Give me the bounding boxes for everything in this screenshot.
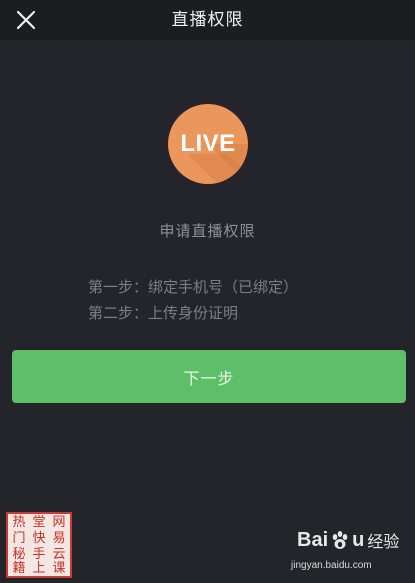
seal-stamp: 热 堂 网 门 快 易 秘 手 云 籍 上 课 [6, 512, 72, 578]
stamp-char: 门 [12, 530, 26, 546]
watermark-cn: 经验 [367, 532, 400, 551]
stamp-char: 手 [32, 546, 46, 562]
stamp-char: 堂 [32, 515, 46, 531]
steps-list: 第一步：绑定手机号（已绑定） 第二步：上传身份证明 [88, 274, 298, 326]
stamp-char: 课 [52, 561, 66, 576]
stamp-char: 秘 [12, 546, 26, 562]
next-step-button[interactable]: 下一步 [12, 350, 406, 403]
stamp-char: 热 [12, 515, 26, 531]
watermark-logo: Bai u 经验 [297, 526, 399, 554]
watermark-url: jingyan.baidu.com [291, 560, 372, 571]
stamp-char: 云 [52, 546, 66, 562]
stamp-char: 上 [32, 561, 46, 576]
watermark-prefix: Bai [297, 528, 329, 551]
apply-title: 申请直播权限 [159, 222, 256, 240]
stamp-char: 快 [32, 530, 46, 546]
step-1: 第一步：绑定手机号（已绑定） [88, 278, 299, 296]
top-bar: 直播权限 [0, 0, 415, 40]
page-title: 直播权限 [171, 10, 244, 30]
watermark-suffix: u [352, 528, 365, 551]
stamp-char: 籍 [12, 561, 26, 576]
live-logo-text: LIVE [180, 130, 236, 157]
stamp-char: 网 [52, 515, 66, 531]
baidu-watermark: Bai u 经验 jingyan.baidu.com [289, 526, 409, 580]
step-2: 第二步：上传身份证明 [88, 304, 239, 322]
stamp-char: 易 [52, 530, 66, 546]
paw-icon [332, 531, 348, 549]
live-logo: LIVE [168, 104, 248, 184]
